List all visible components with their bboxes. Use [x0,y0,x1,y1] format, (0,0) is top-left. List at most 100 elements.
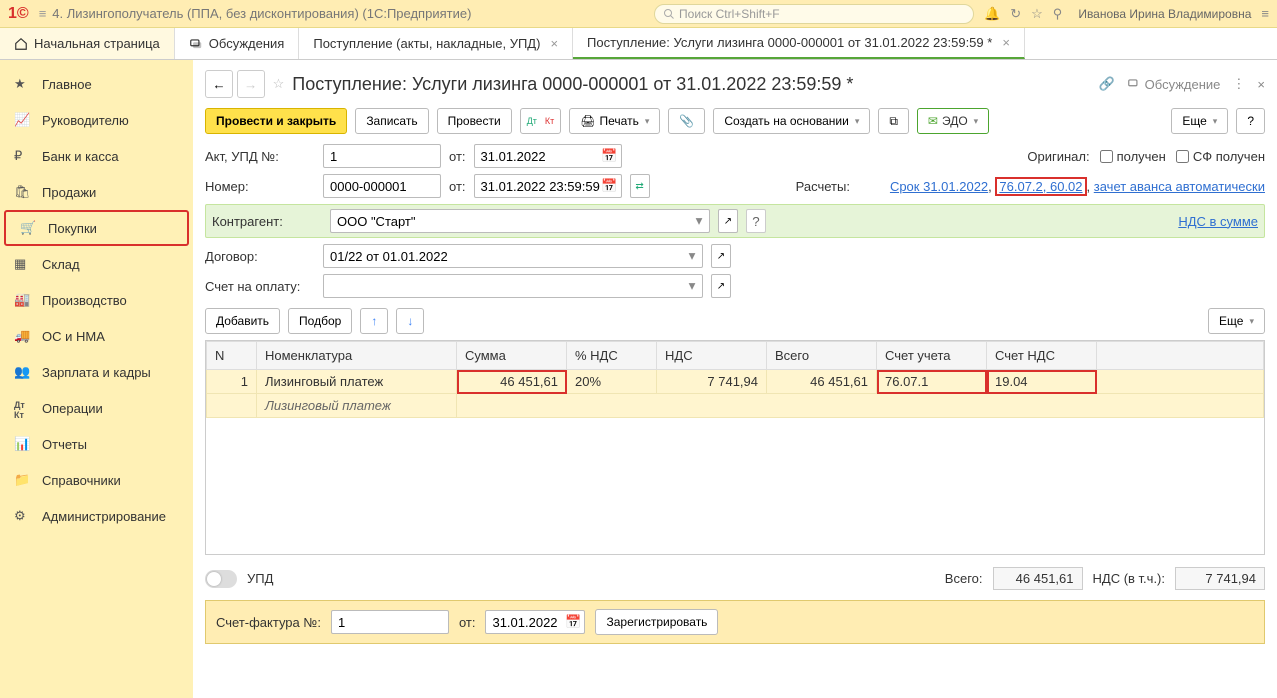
contractor-help-button[interactable]: ? [746,209,766,233]
tab-discussions[interactable]: Обсуждения [175,28,300,59]
create-based-button[interactable]: Создать на основании [713,108,870,134]
col-vat-pct[interactable]: % НДС [567,342,657,370]
back-button[interactable]: ← [205,70,233,98]
user-name[interactable]: Иванова Ирина Владимировна [1078,7,1251,21]
act-number-input[interactable] [323,144,441,168]
cell-vat-pct[interactable]: 20% [567,370,657,394]
sidebar-item-main[interactable]: ★Главное [0,66,193,102]
sidebar-item-assets[interactable]: 🚚ОС и НМА [0,318,193,354]
cell-total[interactable]: 46 451,61 [767,370,877,394]
pick-button[interactable]: Подбор [288,308,352,334]
sidebar-item-admin[interactable]: ⚙Администрирование [0,498,193,534]
calc-advance-link[interactable]: зачет аванса автоматически [1094,179,1265,194]
sidebar-item-reports[interactable]: 📊Отчеты [0,426,193,462]
forward-button[interactable]: → [237,70,265,98]
calc-due-link[interactable]: Срок 31.01.2022 [890,179,988,194]
calc-accounts-link[interactable]: 76.07.2, 60.02 [995,177,1086,196]
move-down-button[interactable]: ↓ [396,308,424,334]
doc-toolbar: Провести и закрыть Записать Провести ДтК… [205,108,1265,134]
cell-vat-acct[interactable]: 19.04 [987,370,1097,394]
number-input[interactable] [323,174,441,198]
global-search[interactable]: Поиск Ctrl+Shift+F [654,4,974,24]
sync-button[interactable]: ⇄ [630,174,650,198]
move-up-button[interactable]: ↑ [360,308,388,334]
hamburger-icon[interactable]: ≡ [33,6,53,21]
open-ref-button[interactable]: ↗ [711,244,731,268]
contractor-input[interactable] [330,209,710,233]
act-date-input[interactable] [474,144,622,168]
sidebar-label: Администрирование [42,509,166,524]
dropdown-icon[interactable]: ▾ [690,212,708,230]
sidebar-item-sales[interactable]: 🛍Продажи [0,174,193,210]
sidebar-item-manager[interactable]: 📈Руководителю [0,102,193,138]
table-row-sub[interactable]: Лизинговый платеж [207,394,1264,418]
register-button[interactable]: Зарегистрировать [595,609,718,635]
sidebar-item-purchases[interactable]: 🛒Покупки [4,210,189,246]
cell-n[interactable]: 1 [207,370,257,394]
col-vat-acct[interactable]: Счет НДС [987,342,1097,370]
user-dropdown-icon[interactable]: ≡ [1261,6,1269,21]
nds-link[interactable]: НДС в сумме [1178,214,1258,229]
dropdown-icon[interactable]: ▾ [683,277,701,295]
contract-input[interactable] [323,244,703,268]
cell-vat[interactable]: 7 741,94 [657,370,767,394]
tab-home[interactable]: Начальная страница [0,28,175,59]
bell-icon[interactable]: 🔔 [984,6,1000,22]
received-checkbox[interactable]: получен [1100,149,1166,164]
structure-button[interactable]: ⧉ [878,108,909,134]
open-ref-button[interactable]: ↗ [711,274,731,298]
favorite-star-icon[interactable]: ☆ [273,76,285,92]
table-more-button[interactable]: Еще [1208,308,1265,334]
chat-icon [1127,77,1141,91]
tab-current-doc[interactable]: Поступление: Услуги лизинга 0000-000001 … [573,28,1025,59]
dtkt-button[interactable]: ДтКт [520,108,562,134]
number-date-input[interactable] [474,174,622,198]
help-button[interactable]: ? [1236,108,1265,134]
sidebar-item-production[interactable]: 🏭Производство [0,282,193,318]
print-button[interactable]: 🖨Печать [569,108,660,134]
share-icon[interactable]: ⚲ [1053,6,1063,22]
dropdown-icon[interactable]: ▾ [683,247,701,265]
add-row-button[interactable]: Добавить [205,308,280,334]
cell-sum[interactable]: 46 451,61 [457,370,567,394]
cell-name-sub[interactable]: Лизинговый платеж [257,394,457,418]
more-button[interactable]: Еще [1171,108,1228,134]
edo-button[interactable]: ✉ЭДО [917,108,989,134]
tab-receipts[interactable]: Поступление (акты, накладные, УПД) × [299,28,573,59]
write-button[interactable]: Записать [355,108,428,134]
items-table[interactable]: N Номенклатура Сумма % НДС НДС Всего Сче… [205,340,1265,555]
pay-account-input[interactable] [323,274,703,298]
open-ref-button[interactable]: ↗ [718,209,738,233]
sf-received-checkbox[interactable]: СФ получен [1176,149,1265,164]
col-name[interactable]: Номенклатура [257,342,457,370]
sidebar-item-warehouse[interactable]: ▦Склад [0,246,193,282]
attach-button[interactable]: 📎 [668,108,705,134]
post-button[interactable]: Провести [437,108,512,134]
col-total[interactable]: Всего [767,342,877,370]
col-n[interactable]: N [207,342,257,370]
invoice-date-input[interactable] [485,610,585,634]
cell-name[interactable]: Лизинговый платеж [257,370,457,394]
upd-toggle[interactable] [205,570,237,588]
star-icon[interactable]: ☆ [1031,6,1043,22]
table-row[interactable]: 1 Лизинговый платеж 46 451,61 20% 7 741,… [207,370,1264,394]
post-close-button[interactable]: Провести и закрыть [205,108,347,134]
cell-acct[interactable]: 76.07.1 [877,370,987,394]
invoice-from-label: от: [459,615,476,630]
sidebar-item-catalogs[interactable]: 📁Справочники [0,462,193,498]
link-icon[interactable]: 🔗 [1098,76,1114,92]
invoice-number-input[interactable] [331,610,449,634]
history-icon[interactable]: ↻ [1010,6,1021,22]
sidebar-item-salary[interactable]: 👥Зарплата и кадры [0,354,193,390]
col-sum[interactable]: Сумма [457,342,567,370]
sidebar-item-operations[interactable]: ДтКтОперации [0,390,193,426]
sidebar-item-bank[interactable]: ₽Банк и касса [0,138,193,174]
col-vat[interactable]: НДС [657,342,767,370]
col-acct[interactable]: Счет учета [877,342,987,370]
from-label: от: [449,149,466,164]
kebab-icon[interactable]: ⋮ [1232,76,1245,92]
tab-close-icon[interactable]: × [550,36,558,51]
tab-close-icon[interactable]: × [1002,35,1010,50]
discussion-button[interactable]: Обсуждение [1127,77,1221,92]
close-icon[interactable]: × [1257,77,1265,92]
